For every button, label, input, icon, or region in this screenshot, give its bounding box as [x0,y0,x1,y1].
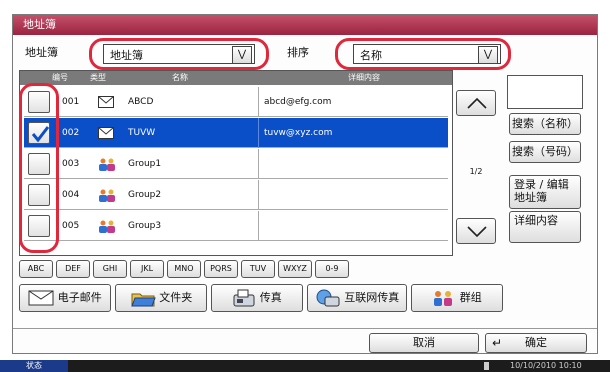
header-type: 类型 [90,73,106,82]
index-key[interactable]: GHI [93,260,127,278]
window-title: 地址簿 [13,15,597,35]
address-book-panel: 地址簿 地址簿 地址簿 ⋁ 排序 名称 ⋁ 编号 类型 名称 详细内容 001 A… [12,14,598,354]
table-header: 编号 类型 名称 详细内容 [20,71,452,85]
index-key[interactable]: PQRS [204,260,238,278]
ok-button[interactable]: ↵ 确定 [485,333,587,353]
chevron-up-icon [467,97,487,109]
group-icon [98,158,116,172]
scroll-down-button[interactable] [456,218,496,244]
sort-select-value: 名称 [360,49,382,62]
mail-icon [98,127,114,141]
register-edit-button[interactable]: 登录 / 编辑 地址簿 [509,175,581,209]
footer-divider [13,328,597,329]
tab-fax-label: 传真 [259,291,282,304]
column-divider [258,180,259,210]
status-datetime: 10/10/2010 10:10 [510,361,582,370]
status-bar: 状态 10/10/2010 10:10 [0,360,610,372]
index-key[interactable]: MNO [167,260,201,278]
column-divider [258,87,259,117]
row-name: ABCD [128,97,154,107]
column-divider [258,149,259,179]
index-key[interactable]: ABC [19,260,53,278]
row-detail: abcd@efg.com [264,97,332,107]
mail-icon [98,96,114,110]
table-row[interactable]: 001 ABCD abcd@efg.com [24,87,448,117]
enter-icon: ↵ [492,336,503,350]
memory-icon [484,362,489,370]
tab-email[interactable]: 电子邮件 [19,284,111,312]
row-name: Group1 [128,159,162,169]
chevron-down-icon: ⋁ [478,46,498,64]
header-detail: 详细内容 [348,73,380,82]
sort-select[interactable]: 名称 ⋁ [353,44,501,64]
table-row[interactable]: 004 Group2 [24,180,448,210]
index-key[interactable]: WXYZ [278,260,312,278]
group-icon [434,291,453,306]
status-label[interactable]: 状态 [0,360,68,372]
ok-button-label: 确定 [525,336,547,349]
column-divider [258,118,259,148]
row-number: 003 [62,159,80,169]
search-by-name-button[interactable]: 搜索（名称） [509,113,581,135]
internet-fax-icon [316,289,340,307]
row-detail: tuvw@xyz.com [264,128,333,138]
column-divider [258,211,259,241]
tab-folder[interactable]: 文件夹 [115,284,207,312]
address-book-select[interactable]: 地址簿 ⋁ [103,44,255,64]
tab-email-label: 电子邮件 [57,291,102,304]
row-name: Group3 [128,221,162,231]
tab-internet-fax-label: 互联网传真 [344,291,400,304]
fax-icon [233,289,255,307]
row-number: 001 [62,97,80,107]
row-name: TUVW [128,128,156,138]
address-book-select-value: 地址簿 [110,49,143,62]
group-icon [98,189,116,203]
folder-icon [131,293,156,307]
header-number: 编号 [52,73,68,82]
tab-fax[interactable]: 传真 [211,284,303,312]
address-book-label: 地址簿 [25,46,58,59]
page-indicator: 1/2 [469,167,483,176]
register-edit-line2: 地址簿 [514,191,547,204]
row-number: 002 [62,128,80,138]
header-name: 名称 [172,73,188,82]
chevron-down-icon [467,226,487,237]
cancel-button[interactable]: 取消 [369,333,479,353]
tab-group[interactable]: 群组 [411,284,503,312]
row-name: Group2 [128,190,162,200]
table-row[interactable]: 002 TUVW tuvw@xyz.com [24,118,448,148]
search-display [507,75,583,109]
tab-group-label: 群组 [459,291,482,304]
sort-label: 排序 [287,46,309,59]
table-row[interactable]: 003 Group1 [24,149,448,179]
index-key[interactable]: TUV [241,260,275,278]
table-row[interactable]: 005 Group3 [24,211,448,241]
group-icon [98,220,116,234]
detail-button[interactable]: 详细内容 [509,211,581,243]
scroll-up-button[interactable] [456,90,496,116]
address-table: 编号 类型 名称 详细内容 001 ABCD abcd@efg.com 002 TUVW… [19,70,453,256]
index-key[interactable]: JKL [130,260,164,278]
checkbox-column-highlight [19,83,59,253]
register-edit-line1: 登录 / 编辑 [514,178,569,191]
index-key[interactable]: 0-9 [315,260,349,278]
tab-internet-fax[interactable]: 互联网传真 [307,284,407,312]
row-number: 004 [62,190,80,200]
chevron-down-icon: ⋁ [232,46,252,64]
index-key[interactable]: DEF [56,260,90,278]
mail-icon [28,290,54,306]
search-by-number-button[interactable]: 搜索（号码） [509,141,581,163]
row-number: 005 [62,221,80,231]
tab-folder-label: 文件夹 [159,291,193,304]
